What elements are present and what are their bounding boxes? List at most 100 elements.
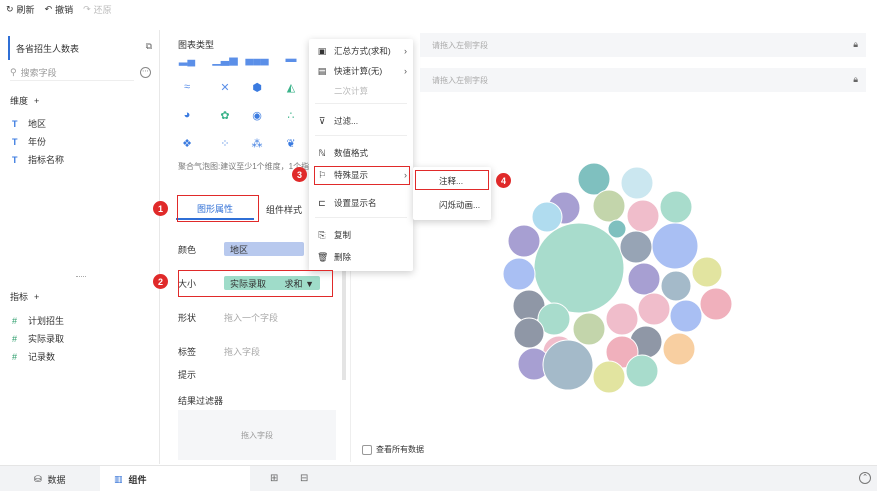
bubble[interactable] (699, 287, 733, 321)
field-search-input[interactable]: ⚲ 搜索字段 (10, 65, 134, 81)
pie-chart-icon[interactable]: ◕ (178, 108, 196, 122)
refresh-button[interactable]: ↻ 刷新 (6, 3, 35, 16)
bubble[interactable] (605, 302, 639, 336)
bubble[interactable] (592, 189, 626, 223)
bubble[interactable] (607, 219, 627, 239)
panel-resize-handle[interactable] (76, 276, 86, 278)
point-map-icon[interactable]: ⁘ (216, 136, 234, 150)
tip-property-row: 提示 (178, 368, 338, 380)
result-filter-drop-zone[interactable]: 拖入字段 (178, 410, 336, 460)
bubble[interactable] (533, 222, 625, 314)
copy-icon: ⎘ (318, 229, 326, 240)
bubble[interactable] (507, 224, 541, 258)
measure-field-record-count[interactable]: # 记录数 (12, 350, 55, 363)
map-chart-icon[interactable]: ❖ (178, 136, 196, 150)
collapse-icon[interactable]: ⌃ (859, 472, 871, 484)
tag-drop-zone[interactable]: 拖入字段 (224, 345, 260, 358)
bubble[interactable] (502, 257, 536, 291)
number-field-icon: # (12, 333, 18, 344)
tab-component[interactable]: ▥ 组件 (100, 466, 250, 491)
bubble[interactable] (542, 339, 594, 391)
number-format-icon: ℕ (318, 147, 326, 158)
shape-label: 形状 (178, 312, 197, 323)
dimension-field-year[interactable]: T 年份 (12, 135, 46, 148)
number-field-icon: # (12, 351, 18, 362)
grouped-bar-chart-icon[interactable]: ▂▄ (178, 52, 196, 66)
chart-canvas[interactable] (350, 100, 874, 462)
tab-component-style[interactable]: 组件样式 (254, 198, 314, 220)
radial-chart-icon[interactable]: ◉ (248, 108, 266, 122)
hexagon-chart-icon[interactable]: ⬢ (248, 80, 266, 94)
bubble[interactable] (572, 312, 606, 346)
lock-icon[interactable]: 🔒︎ (853, 74, 858, 85)
submenu-item-flash-animation[interactable]: 闪烁动画... (413, 195, 491, 215)
switch-dataset-icon[interactable]: ⧉ (146, 41, 152, 52)
tag-label: 标签 (178, 346, 197, 357)
vertical-axis-drop-zone[interactable]: 请拖入左侧字段 🔒︎ (420, 68, 866, 92)
add-measure-icon[interactable]: + (34, 292, 39, 302)
menu-item-quick-calc[interactable]: ▤ 快速计算(无) › (309, 61, 413, 81)
flow-map-icon[interactable]: ⁂ (248, 136, 266, 150)
measure-field-actual[interactable]: # 实际录取 (12, 332, 64, 345)
menu-item-secondary-calc[interactable]: 二次计算 (309, 81, 413, 101)
highlight-box-special-display (314, 166, 410, 185)
menu-separator (315, 135, 407, 136)
bubble[interactable] (659, 190, 693, 224)
menu-item-display-name[interactable]: ⊏ 设置显示名 (309, 193, 413, 213)
menu-item-delete[interactable]: 🗑︎ 删除 (309, 247, 413, 267)
bubble[interactable] (625, 354, 659, 388)
add-dimension-icon[interactable]: + (34, 96, 39, 106)
bubble[interactable] (620, 166, 654, 200)
bar-chart-icon[interactable]: ▬ (282, 52, 300, 66)
heat-map-icon[interactable]: ❦ (282, 136, 300, 150)
menu-item-copy[interactable]: ⎘ 复制 (309, 225, 413, 245)
scatter-chart-icon[interactable]: ∴ (282, 108, 300, 122)
highlight-box-size-field (178, 270, 333, 297)
redo-icon: ↷ (83, 3, 91, 14)
bubble[interactable] (531, 201, 563, 233)
menu-item-filter[interactable]: ⊽ 过滤... (309, 111, 413, 131)
horizontal-axis-drop-zone[interactable]: 请拖入左侧字段 🔒︎ (420, 33, 866, 57)
refresh-icon: ↻ (6, 3, 14, 14)
radar-line-icon[interactable]: ✕ (216, 80, 234, 94)
dimension-field-indicator-name[interactable]: T 指标名称 (12, 153, 64, 166)
bubble[interactable] (513, 317, 545, 349)
column-chart-icon[interactable]: ▁▃▅ (212, 52, 237, 66)
add-component-icon[interactable]: ⊟ (300, 473, 308, 484)
chart-icon: ▥ (114, 473, 123, 484)
add-dashboard-icon[interactable]: ⊞ (270, 473, 278, 484)
shape-drop-zone[interactable]: 拖入一个字段 (224, 311, 278, 324)
menu-item-aggregation[interactable]: ▣ 汇总方式(求和) › (309, 41, 413, 61)
lock-icon[interactable]: 🔒︎ (853, 39, 858, 50)
bubble[interactable] (619, 230, 653, 264)
filter-icon: ⊽ (318, 115, 326, 126)
bubble[interactable] (637, 292, 671, 326)
undo-button[interactable]: ↶ 撤销 (45, 3, 74, 16)
bubble[interactable] (651, 222, 699, 270)
search-icon: ⚲ (10, 67, 17, 77)
show-all-data-checkbox[interactable]: 查看所有数据 (362, 444, 424, 455)
bubble[interactable] (691, 256, 723, 288)
more-icon[interactable]: ⋯ (140, 67, 151, 78)
menu-item-number-format[interactable]: ℕ 数值格式 (309, 143, 413, 163)
bubble[interactable] (660, 270, 692, 302)
dimension-field-region[interactable]: T 地区 (12, 117, 46, 130)
bubble[interactable] (662, 332, 696, 366)
bubble[interactable] (669, 299, 703, 333)
redo-button[interactable]: ↷ 还原 (83, 3, 112, 16)
highlight-box-annotation (415, 170, 489, 190)
line-chart-icon[interactable]: ≈ (178, 80, 196, 94)
bubble[interactable] (626, 199, 660, 233)
color-field-pill[interactable]: 地区 (224, 242, 304, 256)
top-toolbar: ↻ 刷新 ↶ 撤销 ↷ 还原 (0, 0, 877, 18)
measure-field-plan[interactable]: # 计划招生 (12, 314, 64, 327)
dimension-section-title: 维度 + (10, 95, 40, 107)
dataset-selector[interactable]: 各省招生人数表 ⧉ (8, 36, 154, 60)
tab-data[interactable]: ⛁ 数据 (20, 466, 80, 491)
stacked-column-icon[interactable]: ▄▄▄ (245, 52, 268, 66)
rose-chart-icon[interactable]: ✿ (216, 108, 234, 122)
area-chart-icon[interactable]: ◭ (282, 80, 300, 94)
bubble[interactable] (592, 360, 626, 394)
sigma-icon: ▣ (317, 45, 327, 56)
bubble[interactable] (627, 262, 661, 296)
